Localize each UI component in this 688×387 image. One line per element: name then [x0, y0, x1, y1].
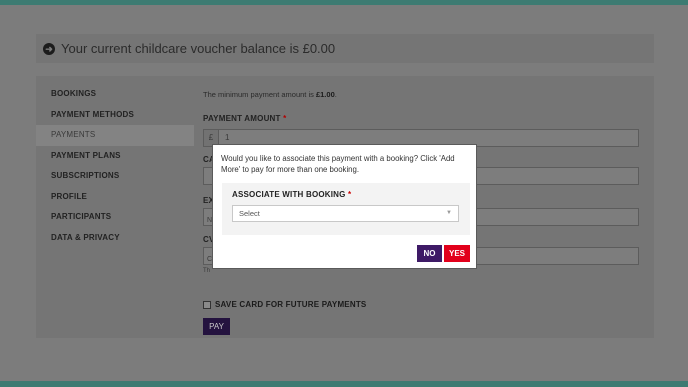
account-sidebar: BOOKINGS PAYMENT METHODS PAYMENTS PAYMEN… [36, 84, 194, 248]
payment-form: The minimum payment amount is £1.00. PAY… [203, 90, 639, 335]
save-card-checkbox[interactable] [203, 300, 211, 309]
pay-button[interactable]: PAY [203, 318, 230, 335]
booking-select[interactable]: Select ▼ [232, 205, 459, 222]
bottom-accent-bar [0, 381, 688, 387]
sidebar-item-subscriptions[interactable]: SUBSCRIPTIONS [36, 166, 194, 187]
sidebar-item-data-privacy[interactable]: DATA & PRIVACY [36, 228, 194, 249]
save-card-row: SAVE CARD FOR FUTURE PAYMENTS [203, 300, 366, 309]
associate-booking-section: ASSOCIATE WITH BOOKING * Select ▼ [222, 183, 470, 235]
voucher-balance-text: Your current childcare voucher balance i… [61, 41, 336, 56]
sidebar-item-profile[interactable]: PROFILE [36, 187, 194, 208]
modal-message: Would you like to associate this payment… [221, 154, 455, 174]
sidebar-item-payment-plans[interactable]: PAYMENT PLANS [36, 146, 194, 167]
required-marker: * [283, 114, 287, 123]
sidebar-item-participants[interactable]: PARTICIPANTS [36, 207, 194, 228]
arrow-right-circle-icon: ➜ [43, 42, 55, 55]
voucher-balance-banner: ➜ Your current childcare voucher balance… [36, 34, 654, 63]
sidebar-item-payment-methods[interactable]: PAYMENT METHODS [36, 105, 194, 126]
sidebar-item-payments[interactable]: PAYMENTS [36, 125, 194, 146]
minimum-amount: £1.00 [315, 90, 335, 99]
sidebar-item-bookings[interactable]: BOOKINGS [36, 84, 194, 105]
cvv-hint: Th [203, 268, 211, 274]
save-card-label: SAVE CARD FOR FUTURE PAYMENTS [215, 300, 367, 309]
chevron-down-icon: ▼ [446, 210, 452, 216]
associate-booking-modal: Would you like to associate this payment… [212, 144, 477, 269]
yes-button[interactable]: YES [444, 245, 470, 262]
no-button[interactable]: NO [417, 245, 442, 262]
associate-booking-label: ASSOCIATE WITH BOOKING * [232, 190, 352, 199]
payment-amount-label: PAYMENT AMOUNT * [203, 114, 287, 123]
required-marker: * [348, 190, 352, 199]
minimum-payment-note: The minimum payment amount is £1.00. [203, 90, 337, 99]
